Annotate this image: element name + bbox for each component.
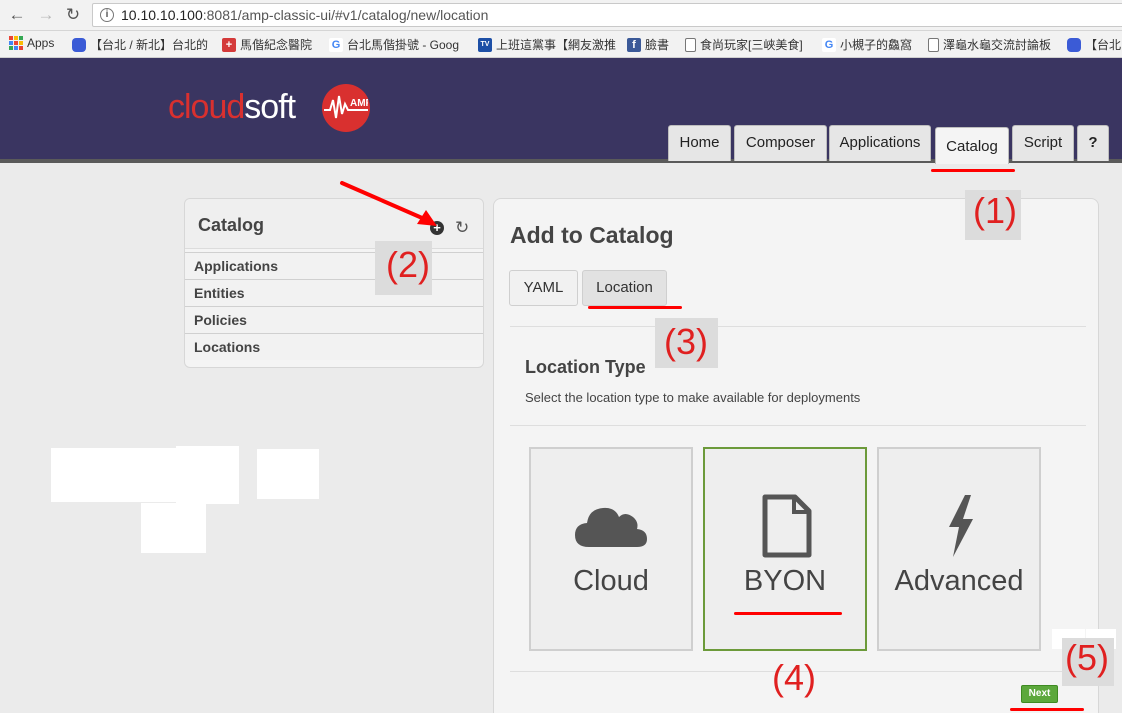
url-host: 10.10.10.100: [121, 7, 203, 23]
location-type-cloud[interactable]: Cloud: [529, 447, 693, 651]
bookmark-item[interactable]: 澤龜水龜交流討論板: [928, 36, 1051, 53]
nav-tab-composer[interactable]: Composer: [734, 125, 827, 161]
redaction-block: [141, 503, 206, 553]
nav-tab-applications[interactable]: Applications: [829, 125, 931, 161]
bookmark-label: 食尚玩家[三峽美食]: [700, 38, 803, 52]
annotation-step-4: (4): [772, 657, 816, 698]
amp-badge-icon: AMP: [322, 84, 370, 132]
info-icon[interactable]: i: [100, 8, 114, 22]
annotation-underline: [1010, 708, 1084, 711]
facebook-icon: f: [627, 37, 641, 52]
bookmark-apps[interactable]: Apps: [9, 36, 54, 50]
file-icon: [705, 489, 865, 559]
bookmark-label: 上班這黨事【網友激推: [496, 38, 617, 52]
page-icon: [685, 37, 696, 52]
logo-text-soft: soft: [244, 88, 296, 126]
bookmark-label: 小槻子的鱻窩: [840, 38, 913, 52]
bookmark-label: 台北馬偕掛號 - Goog: [347, 38, 460, 52]
chat-bubble-icon: [1067, 37, 1081, 52]
bookmarks-bar: Apps 【台北 / 新北】台北的 + 馬偕紀念醫院 G 台北馬偕掛號 - Go…: [0, 31, 1122, 58]
cloudsoft-logo[interactable]: cloudsoft: [168, 88, 296, 138]
lightning-bolt-icon: [879, 489, 1039, 559]
refresh-icon[interactable]: ↻: [455, 218, 469, 238]
amp-badge-text: AMP: [350, 98, 368, 109]
reload-icon[interactable]: ↻: [63, 5, 83, 25]
address-bar[interactable]: i 10.10.10.100:8081/amp-classic-ui/#v1/c…: [92, 3, 1122, 27]
bookmark-label: 馬偕紀念醫院: [240, 38, 313, 52]
bookmark-item[interactable]: 食尚玩家[三峽美食]: [685, 36, 803, 53]
back-arrow-icon[interactable]: ←: [7, 5, 27, 25]
section-description: Select the location type to make availab…: [525, 390, 861, 405]
logo-text-cloud: cloud: [168, 88, 245, 126]
add-to-catalog-panel: Add to Catalog YAML Location Location Ty…: [493, 198, 1099, 713]
annotation-underline: [734, 612, 842, 615]
url-text: 10.10.10.100:8081/amp-classic-ui/#v1/cat…: [121, 7, 488, 23]
bookmark-label: 【台北 / 新北】台北的: [90, 38, 209, 52]
location-type-advanced[interactable]: Advanced: [877, 447, 1041, 651]
redaction-block: [176, 446, 239, 504]
location-type-label: Advanced: [894, 565, 1024, 597]
bookmark-label: 澤龜水龜交流討論板: [943, 38, 1052, 52]
google-icon: G: [329, 37, 343, 52]
annotation-step-5: (5): [1065, 637, 1109, 678]
location-type-label: BYON: [743, 565, 827, 597]
bookmark-item[interactable]: + 馬偕紀念醫院: [222, 36, 312, 53]
tab-location[interactable]: Location: [582, 270, 667, 306]
section-title: Location Type: [525, 357, 646, 377]
cloud-icon: [531, 489, 691, 559]
sidebar-item-locations[interactable]: Locations: [185, 333, 483, 360]
location-type-byon[interactable]: BYON: [703, 447, 867, 651]
annotation-step-2: (2): [386, 244, 430, 285]
tvbs-icon: TV: [478, 37, 492, 52]
next-button[interactable]: Next: [1021, 685, 1058, 703]
divider: [510, 326, 1086, 327]
bookmark-label: 臉書: [645, 38, 670, 52]
bookmark-item[interactable]: G 小槻子的鱻窩: [822, 36, 912, 53]
nav-tab-home[interactable]: Home: [668, 125, 731, 161]
redaction-block: [51, 448, 177, 502]
nav-tab-catalog[interactable]: Catalog: [935, 127, 1009, 164]
sidebar-title: Catalog: [198, 215, 265, 235]
bookmark-item[interactable]: 【台北 / 新北】台北的: [72, 36, 208, 53]
bookmark-label: 【台北: [1085, 38, 1122, 52]
google-icon: G: [822, 37, 836, 52]
bookmark-item[interactable]: 【台北: [1067, 36, 1121, 53]
annotation-underline: [931, 169, 1015, 172]
page-icon: [928, 37, 939, 52]
sidebar-item-policies[interactable]: Policies: [185, 306, 483, 333]
bookmark-item[interactable]: f 臉書: [627, 36, 669, 53]
url-path: :8081/amp-classic-ui/#v1/catalog/new/loc…: [202, 7, 489, 23]
divider: [510, 425, 1086, 426]
annotation-step-3: (3): [664, 321, 708, 362]
annotation-underline: [588, 306, 682, 309]
sidebar-item-applications[interactable]: Applications: [185, 252, 483, 279]
forward-arrow-icon[interactable]: →: [36, 5, 56, 25]
nav-tab-help[interactable]: ?: [1077, 125, 1109, 161]
apps-grid-icon: [9, 36, 23, 50]
hospital-cross-icon: +: [222, 37, 236, 52]
sidebar-item-entities[interactable]: Entities: [185, 279, 483, 306]
redaction-block: [257, 449, 319, 499]
bookmark-item[interactable]: G 台北馬偕掛號 - Goog: [329, 36, 459, 53]
nav-tab-script[interactable]: Script: [1012, 125, 1074, 161]
location-type-label: Cloud: [573, 565, 649, 597]
annotation-arrow-icon: [340, 181, 437, 226]
bookmark-label: Apps: [27, 36, 55, 50]
page-title: Add to Catalog: [510, 222, 674, 248]
chat-bubble-icon: [72, 37, 86, 52]
browser-toolbar: ← → ↻ i 10.10.10.100:8081/amp-classic-ui…: [0, 0, 1122, 31]
annotation-step-1: (1): [973, 190, 1017, 231]
bookmark-item[interactable]: TV 上班這黨事【網友激推: [478, 36, 616, 53]
tab-yaml[interactable]: YAML: [509, 270, 578, 306]
